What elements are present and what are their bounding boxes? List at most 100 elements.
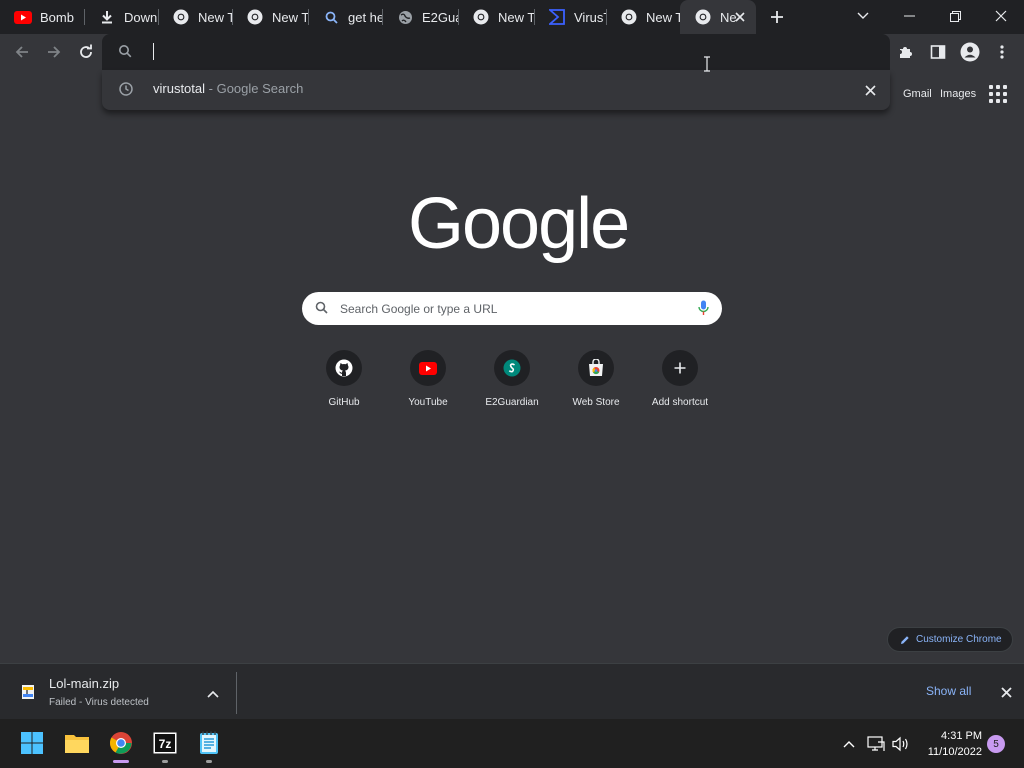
microphone-icon[interactable] bbox=[698, 300, 709, 321]
google-logo: Google bbox=[408, 184, 630, 264]
start-button[interactable] bbox=[18, 729, 46, 757]
chrome-icon bbox=[694, 8, 712, 26]
google-apps-icon[interactable] bbox=[988, 84, 1008, 104]
tab-title: New T bbox=[198, 9, 232, 25]
ntp-search-box[interactable] bbox=[302, 292, 722, 325]
pencil-icon bbox=[900, 635, 910, 645]
plus-icon bbox=[771, 11, 783, 23]
omnibox-suggestions: virustotal - Google Search bbox=[102, 70, 890, 110]
shortcut-label: Web Store bbox=[572, 397, 620, 408]
download-filename[interactable]: Lol-main.zip bbox=[49, 676, 119, 691]
tab-new-tab[interactable]: New T bbox=[606, 0, 680, 34]
tab-new-tab[interactable]: New T bbox=[232, 0, 308, 34]
tab-strip: Bomb Downl New T New T get he E2Gua bbox=[0, 0, 1024, 34]
forward-button[interactable] bbox=[40, 38, 68, 66]
close-shelf-icon[interactable] bbox=[998, 684, 1014, 700]
tab-search-button[interactable] bbox=[840, 0, 886, 32]
back-button[interactable] bbox=[8, 38, 36, 66]
shortcut-web-store[interactable]: Web Store bbox=[554, 350, 638, 416]
7zip-taskbar-button[interactable]: 7z bbox=[151, 729, 179, 757]
gmail-link[interactable]: Gmail bbox=[903, 88, 932, 100]
shortcut-label: Add shortcut bbox=[651, 397, 709, 408]
clock-date: 11/10/2022 bbox=[927, 746, 982, 758]
tab-active-new-tab[interactable]: Ne bbox=[680, 0, 756, 34]
web-store-icon bbox=[578, 350, 614, 386]
download-status: Failed - Virus detected bbox=[49, 697, 149, 708]
7zip-icon: 7z bbox=[153, 732, 177, 754]
file-explorer-button[interactable] bbox=[63, 729, 91, 757]
customize-chrome-button[interactable]: Customize Chrome bbox=[887, 627, 1013, 652]
minimize-icon bbox=[903, 15, 915, 17]
close-tab-icon[interactable] bbox=[732, 9, 748, 25]
ntp-search-input[interactable] bbox=[340, 296, 680, 321]
tab-search[interactable]: get he bbox=[308, 0, 382, 34]
tab-title: get he bbox=[348, 9, 382, 25]
suggestion-item[interactable]: virustotal - Google Search bbox=[153, 81, 303, 96]
zip-file-icon bbox=[20, 684, 36, 700]
avatar-icon bbox=[960, 42, 980, 62]
tab-title: Bomb bbox=[40, 9, 74, 25]
restore-button[interactable] bbox=[932, 0, 978, 32]
minimize-button[interactable] bbox=[886, 0, 932, 32]
taskbar-clock[interactable]: 4:31 PM 11/10/2022 bbox=[918, 728, 982, 760]
shortcut-label: YouTube bbox=[408, 397, 448, 408]
extensions-button[interactable] bbox=[892, 38, 920, 66]
show-all-downloads-link[interactable]: Show all bbox=[926, 684, 971, 698]
shortcut-youtube[interactable]: YouTube bbox=[386, 350, 470, 416]
e2guardian-icon bbox=[494, 350, 530, 386]
chrome-taskbar-button[interactable] bbox=[107, 729, 135, 757]
remove-suggestion-icon[interactable] bbox=[862, 82, 878, 98]
tab-virustotal[interactable]: VirusT bbox=[534, 0, 606, 34]
tab-youtube-bomb[interactable]: Bomb bbox=[0, 0, 84, 34]
clock-time: 4:31 PM bbox=[941, 730, 982, 742]
chrome-icon bbox=[110, 732, 132, 754]
tab-title: Downl bbox=[124, 9, 158, 25]
forward-arrow-icon bbox=[48, 46, 61, 58]
images-link[interactable]: Images bbox=[940, 88, 976, 100]
address-bar[interactable] bbox=[102, 34, 890, 70]
tab-new-tab[interactable]: New T bbox=[458, 0, 534, 34]
tab-downloads[interactable]: Downl bbox=[84, 0, 158, 34]
chrome-icon bbox=[246, 8, 264, 26]
close-icon bbox=[995, 10, 1007, 22]
shortcut-github[interactable]: GitHub bbox=[302, 350, 386, 416]
close-window-button[interactable] bbox=[978, 0, 1024, 32]
download-icon bbox=[98, 8, 116, 26]
youtube-icon bbox=[410, 350, 446, 386]
text-cursor bbox=[153, 43, 154, 60]
reload-button[interactable] bbox=[72, 38, 100, 66]
folder-icon bbox=[65, 735, 89, 753]
network-icon[interactable] bbox=[867, 735, 885, 753]
chrome-icon bbox=[172, 8, 190, 26]
puzzle-icon bbox=[900, 47, 912, 58]
menu-button[interactable] bbox=[988, 38, 1016, 66]
notification-badge[interactable]: 5 bbox=[987, 735, 1005, 753]
chevron-down-icon bbox=[857, 12, 869, 19]
chrome-icon bbox=[620, 8, 638, 26]
notepad-icon bbox=[200, 731, 218, 754]
side-panel-button[interactable] bbox=[924, 38, 952, 66]
show-hidden-icons-button[interactable] bbox=[840, 735, 858, 753]
plus-icon bbox=[662, 350, 698, 386]
history-clock-icon bbox=[118, 81, 134, 102]
search-icon bbox=[315, 301, 328, 319]
tab-title: New T bbox=[646, 9, 680, 25]
chevron-up-icon[interactable] bbox=[205, 686, 221, 702]
add-shortcut-button[interactable]: Add shortcut bbox=[638, 350, 722, 416]
back-arrow-icon bbox=[15, 46, 28, 58]
new-tab-button[interactable] bbox=[765, 5, 789, 29]
search-icon bbox=[118, 44, 132, 63]
tab-new-tab[interactable]: New T bbox=[158, 0, 232, 34]
profile-button[interactable] bbox=[956, 38, 984, 66]
side-panel-icon bbox=[930, 45, 946, 59]
volume-icon[interactable] bbox=[892, 735, 910, 753]
tab-e2guardian[interactable]: E2Gua bbox=[382, 0, 458, 34]
github-icon bbox=[326, 350, 362, 386]
tab-title: E2Gua bbox=[422, 9, 458, 25]
notepad-taskbar-button[interactable] bbox=[195, 729, 223, 757]
suggestion-suffix: - Google Search bbox=[205, 81, 304, 96]
shelf-divider bbox=[236, 672, 237, 714]
customize-label: Customize Chrome bbox=[916, 634, 1002, 645]
shortcut-e2guardian[interactable]: E2Guardian bbox=[470, 350, 554, 416]
globe-icon bbox=[396, 8, 414, 26]
